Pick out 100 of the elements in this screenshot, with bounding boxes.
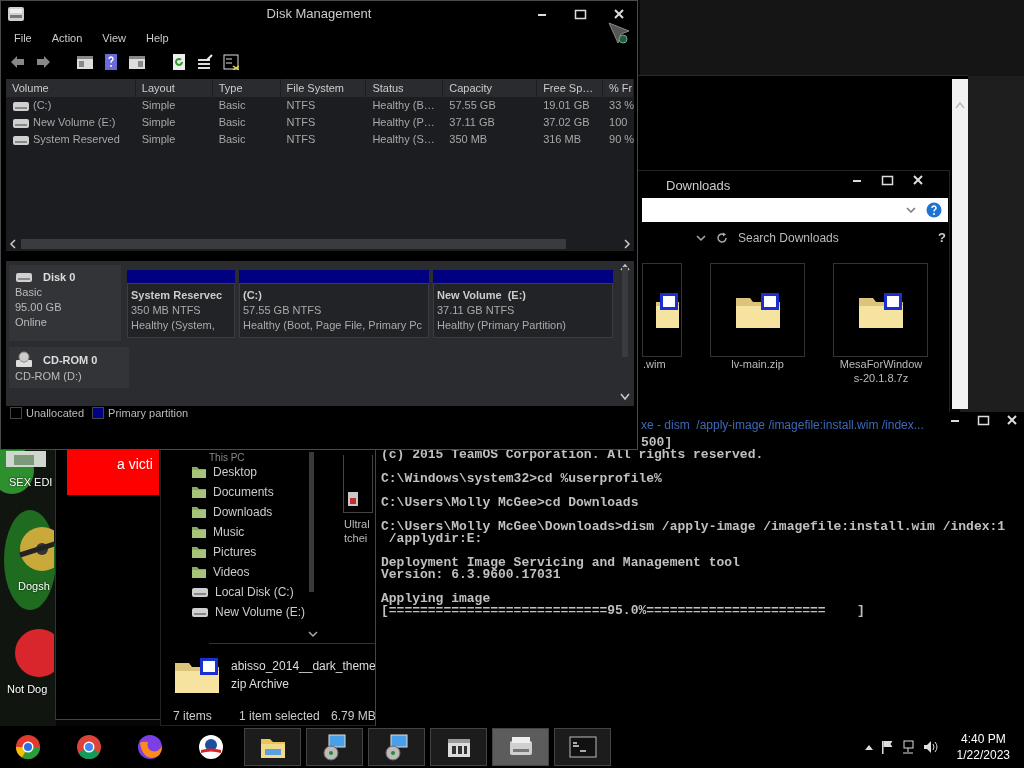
close-icon[interactable] bbox=[912, 174, 924, 186]
taskbar-button[interactable] bbox=[492, 728, 549, 766]
legend-label: Unallocated bbox=[26, 406, 85, 421]
taskbar-button[interactable] bbox=[306, 728, 363, 766]
nav-label: Music bbox=[213, 524, 245, 541]
scrollbar[interactable] bbox=[6, 237, 634, 251]
chevron-down-icon[interactable] bbox=[906, 206, 916, 214]
chevron-down-icon[interactable] bbox=[308, 630, 318, 638]
nav-label: Pictures bbox=[213, 544, 257, 561]
table-cell-text: Healthy (B… bbox=[372, 98, 435, 114]
scrollbar[interactable] bbox=[952, 79, 968, 409]
file-tile[interactable] bbox=[833, 263, 928, 357]
search-field[interactable]: Search Downloads bbox=[738, 228, 908, 247]
partition-box[interactable]: New Volume (E:) 37.11 GB NTFS Healthy (Primary Partition) bbox=[433, 283, 613, 338]
terminal-icon[interactable] bbox=[568, 733, 597, 761]
refresh-icon[interactable] bbox=[716, 231, 728, 244]
ring-icon[interactable] bbox=[75, 733, 103, 761]
document-icon bbox=[348, 492, 360, 506]
ring-icon[interactable] bbox=[14, 733, 42, 761]
scrollbar-thumb[interactable] bbox=[21, 239, 566, 249]
table-cell-text: Healthy (P… bbox=[372, 115, 435, 131]
folder-icon bbox=[191, 484, 207, 500]
caret-up-icon[interactable] bbox=[864, 744, 873, 750]
scroll-right-icon[interactable] bbox=[623, 239, 631, 249]
properties-icon[interactable] bbox=[197, 54, 213, 70]
taskbar-button[interactable] bbox=[244, 728, 301, 766]
app-icon[interactable] bbox=[14, 628, 54, 678]
maximize-icon[interactable] bbox=[977, 414, 990, 426]
thumbnail-icon[interactable] bbox=[6, 451, 46, 467]
folder-icon bbox=[191, 564, 207, 580]
maximize-icon[interactable] bbox=[881, 174, 894, 186]
nav-item[interactable]: This PC bbox=[191, 452, 306, 462]
column-header[interactable]: Layout bbox=[135, 79, 213, 97]
checklist-icon[interactable] bbox=[223, 54, 239, 70]
forward-arrow-icon[interactable] bbox=[35, 54, 51, 70]
help-icon[interactable] bbox=[103, 54, 119, 70]
disk-name: Disk 0 bbox=[43, 269, 76, 285]
flag-icon[interactable] bbox=[880, 740, 893, 754]
column-header[interactable]: Status bbox=[366, 79, 444, 97]
chevron-down-icon[interactable] bbox=[696, 233, 706, 242]
column-header[interactable]: % Fr bbox=[603, 79, 634, 97]
partition-box[interactable]: (C:) 57.55 GB NTFS Healthy (Boot, Page File, Primary Pc bbox=[239, 283, 429, 338]
table-cell-text: Basic bbox=[218, 132, 246, 148]
column-header[interactable]: Free Sp… bbox=[537, 79, 603, 97]
panel-icon[interactable] bbox=[77, 54, 93, 70]
file-name[interactable]: .wim bbox=[643, 357, 673, 371]
menu-item[interactable]: File bbox=[14, 30, 32, 49]
table-cell-text: Simple bbox=[141, 98, 176, 114]
partition-box[interactable]: System Reservec 350 MB NTFS Healthy (System, bbox=[127, 283, 235, 338]
panel-icon[interactable] bbox=[129, 54, 145, 70]
clock[interactable]: 4:40 PM 1/22/2023 bbox=[956, 731, 1010, 763]
icon-label[interactable]: SEX EDI bbox=[9, 474, 53, 491]
computer-disc-icon[interactable] bbox=[382, 733, 411, 761]
column-header[interactable]: File System bbox=[280, 79, 367, 97]
scroll-down-icon[interactable] bbox=[620, 393, 630, 401]
file-tile[interactable] bbox=[343, 455, 373, 513]
maximize-icon[interactable] bbox=[574, 8, 587, 20]
help-button[interactable]: ? bbox=[938, 228, 946, 248]
taskbar-button[interactable] bbox=[430, 728, 487, 766]
nav-item[interactable]: New Volume (E:) bbox=[191, 602, 306, 622]
column-header[interactable]: Capacity bbox=[443, 79, 538, 97]
column-header[interactable]: Volume bbox=[6, 79, 136, 97]
menu-item[interactable]: View bbox=[102, 30, 126, 49]
nav-item[interactable]: Pictures bbox=[191, 542, 306, 562]
icon-label[interactable]: Not Dog bbox=[7, 681, 48, 698]
disk-info: 95.00 GB bbox=[15, 300, 63, 315]
file-tile[interactable] bbox=[710, 263, 805, 357]
icon-label[interactable]: Dogsh bbox=[18, 578, 50, 595]
window-title: xe - dism /apply-image /imagefile:install.wim /index... bbox=[641, 417, 924, 434]
network-icon[interactable] bbox=[900, 740, 915, 754]
taskbar-button[interactable] bbox=[368, 728, 425, 766]
column-header[interactable]: Type bbox=[212, 79, 281, 97]
striped-circle-icon[interactable] bbox=[197, 733, 225, 761]
menu-item[interactable]: Action bbox=[51, 30, 83, 49]
speaker-icon[interactable] bbox=[922, 740, 939, 754]
file-name[interactable]: lv-main.zip bbox=[710, 357, 805, 371]
close-icon[interactable] bbox=[613, 8, 625, 20]
nav-item[interactable]: Videos bbox=[191, 562, 306, 582]
table-cell-text: 100 bbox=[609, 115, 628, 131]
nav-item[interactable]: Downloads bbox=[191, 502, 306, 522]
scroll-left-icon[interactable] bbox=[9, 239, 17, 249]
computer-disc-icon[interactable] bbox=[320, 733, 349, 761]
file-name[interactable]: MesaForWindow s-20.1.8.7z bbox=[825, 357, 937, 385]
nav-item[interactable]: Music bbox=[191, 522, 306, 542]
partition-status: Healthy (Boot, Page File, Primary Pc bbox=[243, 318, 424, 333]
nav-item[interactable]: Documents bbox=[191, 482, 306, 502]
partition-status: Healthy (Primary Partition) bbox=[437, 318, 567, 333]
window-title: Disk Management bbox=[266, 6, 372, 22]
back-arrow-icon[interactable] bbox=[9, 54, 25, 70]
flame-icon[interactable] bbox=[136, 733, 164, 761]
nav-item[interactable]: Desktop bbox=[191, 462, 306, 482]
nav-item[interactable]: Local Disk (C:) bbox=[191, 582, 306, 602]
scrollbar[interactable] bbox=[619, 263, 631, 401]
file-name[interactable]: Ultral tchei bbox=[344, 517, 370, 545]
menu-item[interactable]: Help bbox=[145, 30, 169, 49]
close-icon[interactable] bbox=[1006, 414, 1018, 426]
refresh-icon[interactable] bbox=[171, 54, 187, 70]
scrollbar-thumb[interactable] bbox=[622, 267, 628, 357]
scrollbar-thumb[interactable] bbox=[309, 452, 314, 592]
address-bar[interactable] bbox=[642, 198, 948, 222]
